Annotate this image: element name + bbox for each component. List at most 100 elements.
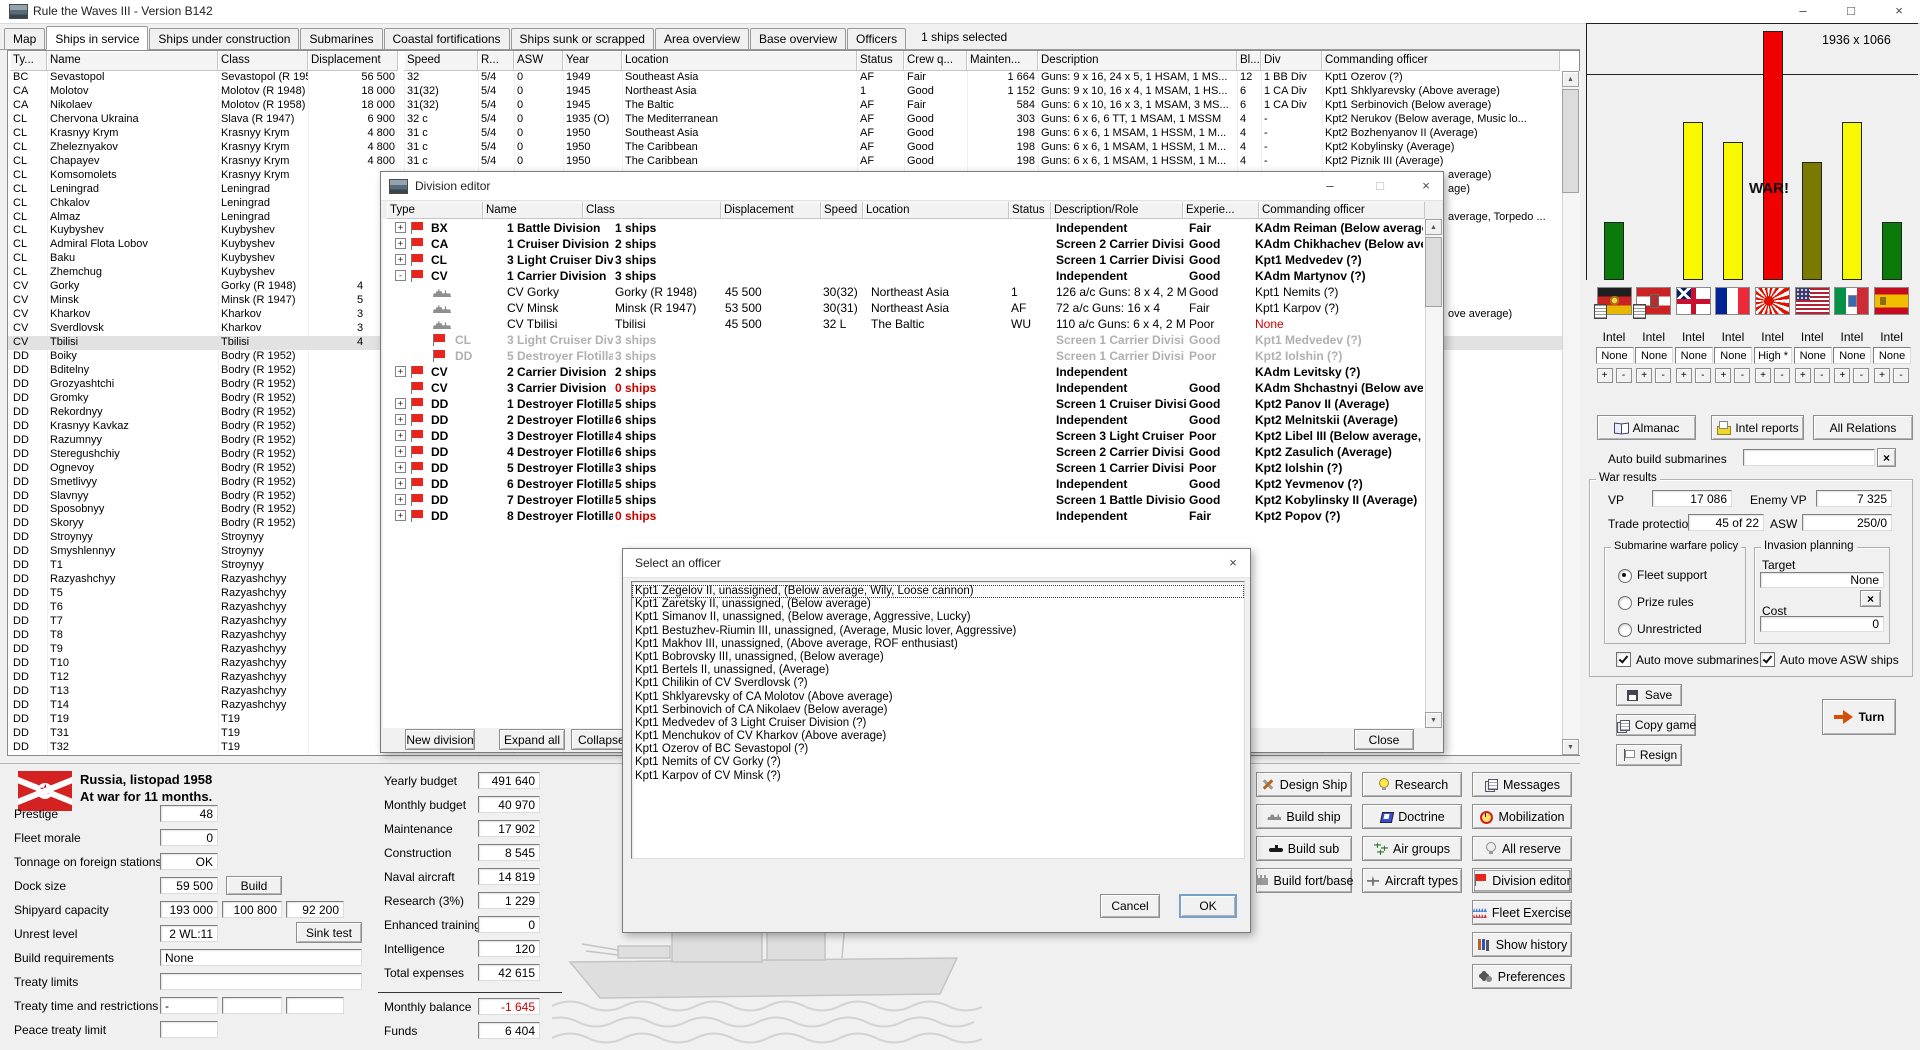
column-header-type[interactable]: Type (387, 202, 483, 219)
radio-fleet-support[interactable] (1618, 569, 1632, 583)
intel-minus-button[interactable]: - (1695, 368, 1711, 383)
division-row[interactable]: +DD6 Destroyer Flotilla5 shipsIndependen… (383, 476, 1425, 492)
ok-button[interactable]: OK (1179, 894, 1237, 918)
resign-button[interactable]: Resign (1616, 744, 1682, 766)
intel-minus-button[interactable]: - (1814, 368, 1830, 383)
table-row[interactable]: CAMolotovMolotov (R 1948)18 00031(32)5/4… (8, 85, 1562, 99)
info-field-build-requirements[interactable]: None (160, 949, 362, 966)
column-header-commanding-officer[interactable]: Commanding officer (1259, 202, 1425, 219)
intel-level-box-austria-hungary[interactable]: None (1635, 347, 1673, 364)
tree-expander-icon[interactable]: + (395, 222, 406, 233)
info-field-tonnage-on-foreign-stations[interactable]: OK (160, 853, 218, 870)
intel-level-box-united-states[interactable]: None (1794, 347, 1832, 364)
division-row[interactable]: CV GorkyGorky (R 1948)45 50030(32)Northe… (383, 284, 1425, 300)
tree-expander-icon[interactable]: + (395, 446, 406, 457)
grid-button-mobilization[interactable]: Mobilization (1472, 804, 1572, 829)
column-header-r[interactable]: R... (478, 51, 514, 71)
column-header-mainten[interactable]: Mainten... (967, 51, 1038, 71)
almanac-button[interactable]: Almanac (1597, 415, 1696, 440)
officer-item[interactable]: Kpt1 Bobrovsky III, unassigned, (Below a… (632, 651, 1244, 664)
intel-plus-button[interactable]: + (1755, 368, 1771, 383)
maximize-icon[interactable]: □ (1834, 1, 1868, 21)
officer-item[interactable]: Kpt1 Nemits of CV Gorky (?) (632, 756, 1244, 769)
radio-unrestricted[interactable] (1618, 623, 1632, 637)
division-row[interactable]: +CV2 Carrier Division2 shipsIndependentK… (383, 364, 1425, 380)
column-header-asw[interactable]: ASW (514, 51, 563, 71)
intel-plus-button[interactable]: + (1795, 368, 1811, 383)
tab-area-overview[interactable]: Area overview (655, 28, 749, 49)
grid-button-preferences[interactable]: Preferences (1472, 964, 1572, 989)
maximize-icon[interactable]: □ (1365, 176, 1395, 196)
grid-button-division-editor[interactable]: Division editor (1472, 868, 1572, 893)
intel-level-box-spain[interactable]: None (1873, 347, 1911, 364)
flag-france[interactable] (1716, 288, 1749, 314)
flag-united-kingdom[interactable] (1677, 288, 1710, 314)
checkbox-auto-move-asw-ships[interactable] (1760, 652, 1775, 667)
column-header-div[interactable]: Div (1261, 51, 1322, 71)
grid-button-doctrine[interactable]: Doctrine (1362, 804, 1462, 829)
officer-item[interactable]: Kpt1 Menchukov of CV Kharkov (Above aver… (632, 730, 1244, 743)
division-row[interactable]: +CA1 Cruiser Division2 shipsScreen 2 Car… (383, 236, 1425, 252)
column-header-class[interactable]: Class (218, 51, 308, 71)
turn-button[interactable]: Turn (1822, 699, 1896, 735)
officer-item[interactable]: Kpt1 Zegelov II, unassigned, (Below aver… (632, 585, 1244, 598)
close-icon[interactable]: × (1882, 1, 1916, 21)
build-button[interactable]: Build (226, 876, 282, 895)
info-field-dock-size[interactable]: 59 500 (160, 877, 218, 894)
new-division-button[interactable]: New division (405, 729, 475, 750)
column-header-displacement[interactable]: Displacement (721, 202, 821, 219)
grid-button-build-sub[interactable]: Build sub (1256, 836, 1352, 861)
column-header-speed[interactable]: Speed (821, 202, 863, 219)
scroll-thumb[interactable] (1562, 89, 1579, 193)
column-header-class[interactable]: Class (583, 202, 721, 219)
tree-expander-icon[interactable]: + (395, 494, 406, 505)
division-row[interactable]: +DD7 Destroyer Flotilla5 shipsScreen 1 B… (383, 492, 1425, 508)
invasion-clear-button[interactable]: × (1860, 590, 1881, 607)
intel-reports-button[interactable]: Intel reports (1711, 415, 1804, 440)
tree-expander-icon[interactable]: + (395, 478, 406, 489)
intel-level-box-france[interactable]: None (1714, 347, 1752, 364)
column-header-bl[interactable]: Bl... (1237, 51, 1261, 71)
intel-minus-button[interactable]: - (1774, 368, 1790, 383)
info-field-shipyard-capacity[interactable]: 100 800 (222, 901, 282, 918)
officer-item[interactable]: Kpt1 Shklyarevsky of CA Molotov (Above a… (632, 691, 1244, 704)
division-row[interactable]: CV TbilisiTbilisi45 50032 LThe BalticWU1… (383, 316, 1425, 332)
table-row[interactable]: BCSevastopolSevastopol (R 1952)56 500325… (8, 71, 1562, 85)
column-header-location[interactable]: Location (622, 51, 857, 71)
tree-expander-icon[interactable]: - (395, 270, 406, 281)
expand-all-button[interactable]: Expand all (499, 729, 565, 750)
info-field-treaty-time-and-restrictions[interactable] (222, 997, 282, 1014)
division-row[interactable]: CV3 Carrier Division0 shipsIndependentGo… (383, 380, 1425, 396)
division-row[interactable]: +DD2 Destroyer Flotilla6 shipsIndependen… (383, 412, 1425, 428)
tab-ships-sunk-or-scrapped[interactable]: Ships sunk or scrapped (511, 28, 654, 49)
division-row[interactable]: +BX1 Battle Division1 shipsIndependentFa… (383, 220, 1425, 236)
info-field-shipyard-capacity[interactable]: 193 000 (160, 901, 218, 918)
intel-level-box-germany[interactable]: None (1596, 347, 1634, 364)
flag-austria-hungary[interactable] (1637, 288, 1670, 314)
tab-map[interactable]: Map (4, 28, 45, 49)
intel-level-box-italy[interactable]: None (1833, 347, 1871, 364)
grid-button-fleet-exercise[interactable]: Fleet Exercise (1472, 900, 1572, 925)
column-header-experie[interactable]: Experie... (1183, 202, 1259, 219)
tree-expander-icon[interactable]: + (395, 398, 406, 409)
officer-item[interactable]: Kpt1 Karpov of CV Minsk (?) (632, 770, 1244, 783)
auto-build-clear-button[interactable]: × (1877, 448, 1896, 467)
intel-minus-button[interactable]: - (1734, 368, 1750, 383)
info-field-unrest-level[interactable]: 2 WL:11 (160, 925, 218, 942)
info-field-treaty-limits[interactable] (160, 973, 362, 990)
division-row[interactable]: DD5 Destroyer Flotilla3 shipsScreen 1 Ca… (383, 348, 1425, 364)
table-row[interactable]: CLChervona UkrainaSlava (R 1947)6 90032 … (8, 113, 1562, 127)
tab-coastal-fortifications[interactable]: Coastal fortifications (384, 28, 510, 49)
copy-game-button[interactable]: Copy game (1616, 714, 1696, 736)
column-header-description-role[interactable]: Description/Role (1051, 202, 1183, 219)
grid-button-messages[interactable]: Messages (1472, 772, 1572, 797)
tab-ships-under-construction[interactable]: Ships under construction (149, 28, 299, 49)
table-row[interactable]: CLKrasnyy KrymKrasnyy Krym4 80031 c5/401… (8, 127, 1562, 141)
column-header-speed[interactable]: Speed (404, 51, 478, 71)
info-field-prestige[interactable]: 48 (160, 805, 218, 822)
tab-officers[interactable]: Officers (847, 28, 906, 49)
tree-expander-icon[interactable]: + (395, 510, 406, 521)
grid-button-air-groups[interactable]: Air groups (1362, 836, 1462, 861)
intel-level-box-japan[interactable]: High * (1754, 347, 1792, 364)
column-header-status[interactable]: Status (857, 51, 904, 71)
